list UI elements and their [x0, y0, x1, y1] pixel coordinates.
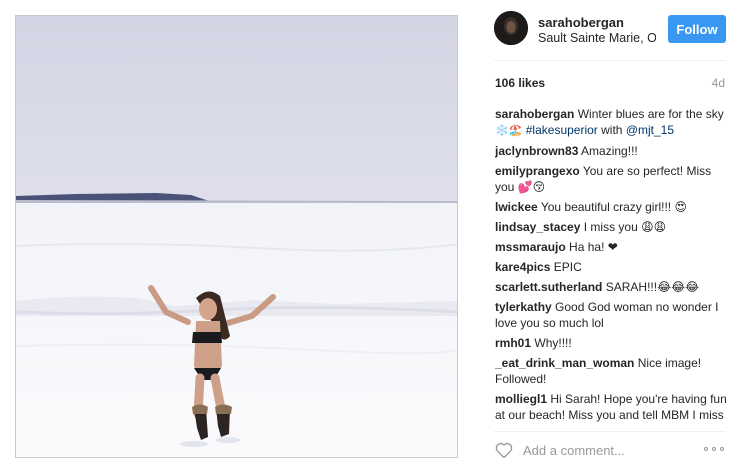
caption-emojis: ❄️🏖️ [495, 124, 523, 137]
post-header: sarahobergan Sault Sainte Marie, O... Fo… [478, 0, 740, 60]
post-actions [478, 432, 740, 468]
comment-username[interactable]: _eat_drink_man_woman [495, 356, 634, 370]
hashtag-link[interactable]: #lakesuperior [526, 123, 598, 137]
comment-item: scarlett.sutherland SARAH!!!😂😂😂 [495, 279, 727, 295]
comment-username[interactable]: emilyprangexo [495, 164, 580, 178]
follow-button[interactable]: Follow [668, 15, 726, 43]
heart-icon[interactable] [494, 440, 514, 460]
comment-username[interactable]: jaclynbrown83 [495, 144, 578, 158]
comment-text: SARAH!!!😂😂😂 [605, 280, 700, 294]
comment-username[interactable]: lindsay_stacey [495, 220, 580, 234]
comment-username[interactable]: tylerkathy [495, 300, 552, 314]
comment-item: lindsay_stacey I miss you 😩😩 [495, 219, 727, 235]
comment-username[interactable]: molliegl1 [495, 392, 547, 406]
likes-count[interactable]: 106 likes [495, 76, 545, 90]
comment-text: Why!!!! [534, 336, 572, 350]
comment-username[interactable]: scarlett.sutherland [495, 280, 602, 294]
comment-username[interactable]: mssmaraujo [495, 240, 566, 254]
comment-username[interactable]: rmh01 [495, 336, 531, 350]
comment-username[interactable]: sarahobergan [495, 107, 574, 121]
comment-username[interactable]: kare4pics [495, 260, 550, 274]
comment-item: rmh01 Why!!!! [495, 335, 727, 351]
post-location[interactable]: Sault Sainte Marie, O... [538, 31, 656, 45]
header-divider [494, 60, 726, 61]
comment-item: lwickee You beautiful crazy girl!!! 😍 [495, 199, 727, 215]
caption-text: Winter blues are for the sky [577, 107, 724, 121]
post-time-ago[interactable]: 4d [712, 76, 725, 90]
more-dot [704, 447, 708, 451]
comment-item: kare4pics EPIC [495, 259, 727, 275]
comment-text: I miss you 😩😩 [583, 220, 667, 234]
comment-text: EPIC [553, 260, 582, 274]
comment-text: Ha ha! ❤ [569, 240, 618, 254]
comments-list: sarahobergan Winter blues are for the sk… [495, 106, 727, 424]
comment-item: tylerkathy Good God woman no wonder I lo… [495, 299, 727, 331]
comment-item: mssmaraujo Ha ha! ❤ [495, 239, 727, 255]
post-username-link[interactable]: sarahobergan [538, 15, 624, 30]
post-image [16, 16, 457, 457]
comment-item: jaclynbrown83 Amazing!!! [495, 143, 727, 159]
caption-with: with [601, 123, 623, 137]
more-options-icon[interactable] [704, 443, 726, 455]
more-dot [712, 447, 716, 451]
avatar-image [494, 11, 528, 45]
mention-link[interactable]: @mjt_15 [626, 123, 674, 137]
caption: sarahobergan Winter blues are for the sk… [495, 106, 727, 139]
comment-item: emilyprangexo You are so perfect! Miss y… [495, 163, 727, 195]
more-dot [720, 447, 724, 451]
avatar[interactable] [494, 11, 528, 45]
comment-item: molliegl1 Hi Sarah! Hope you're having f… [495, 391, 727, 424]
comment-text: Amazing!!! [581, 144, 638, 158]
comment-text: You beautiful crazy girl!!! 😍 [540, 200, 687, 214]
post-photo[interactable] [15, 15, 458, 458]
comment-item: _eat_drink_man_woman Nice image! Followe… [495, 355, 727, 387]
comment-username[interactable]: lwickee [495, 200, 538, 214]
post-sidebar: sarahobergan Sault Sainte Marie, O... Fo… [478, 0, 740, 471]
add-comment-input[interactable] [523, 439, 693, 461]
